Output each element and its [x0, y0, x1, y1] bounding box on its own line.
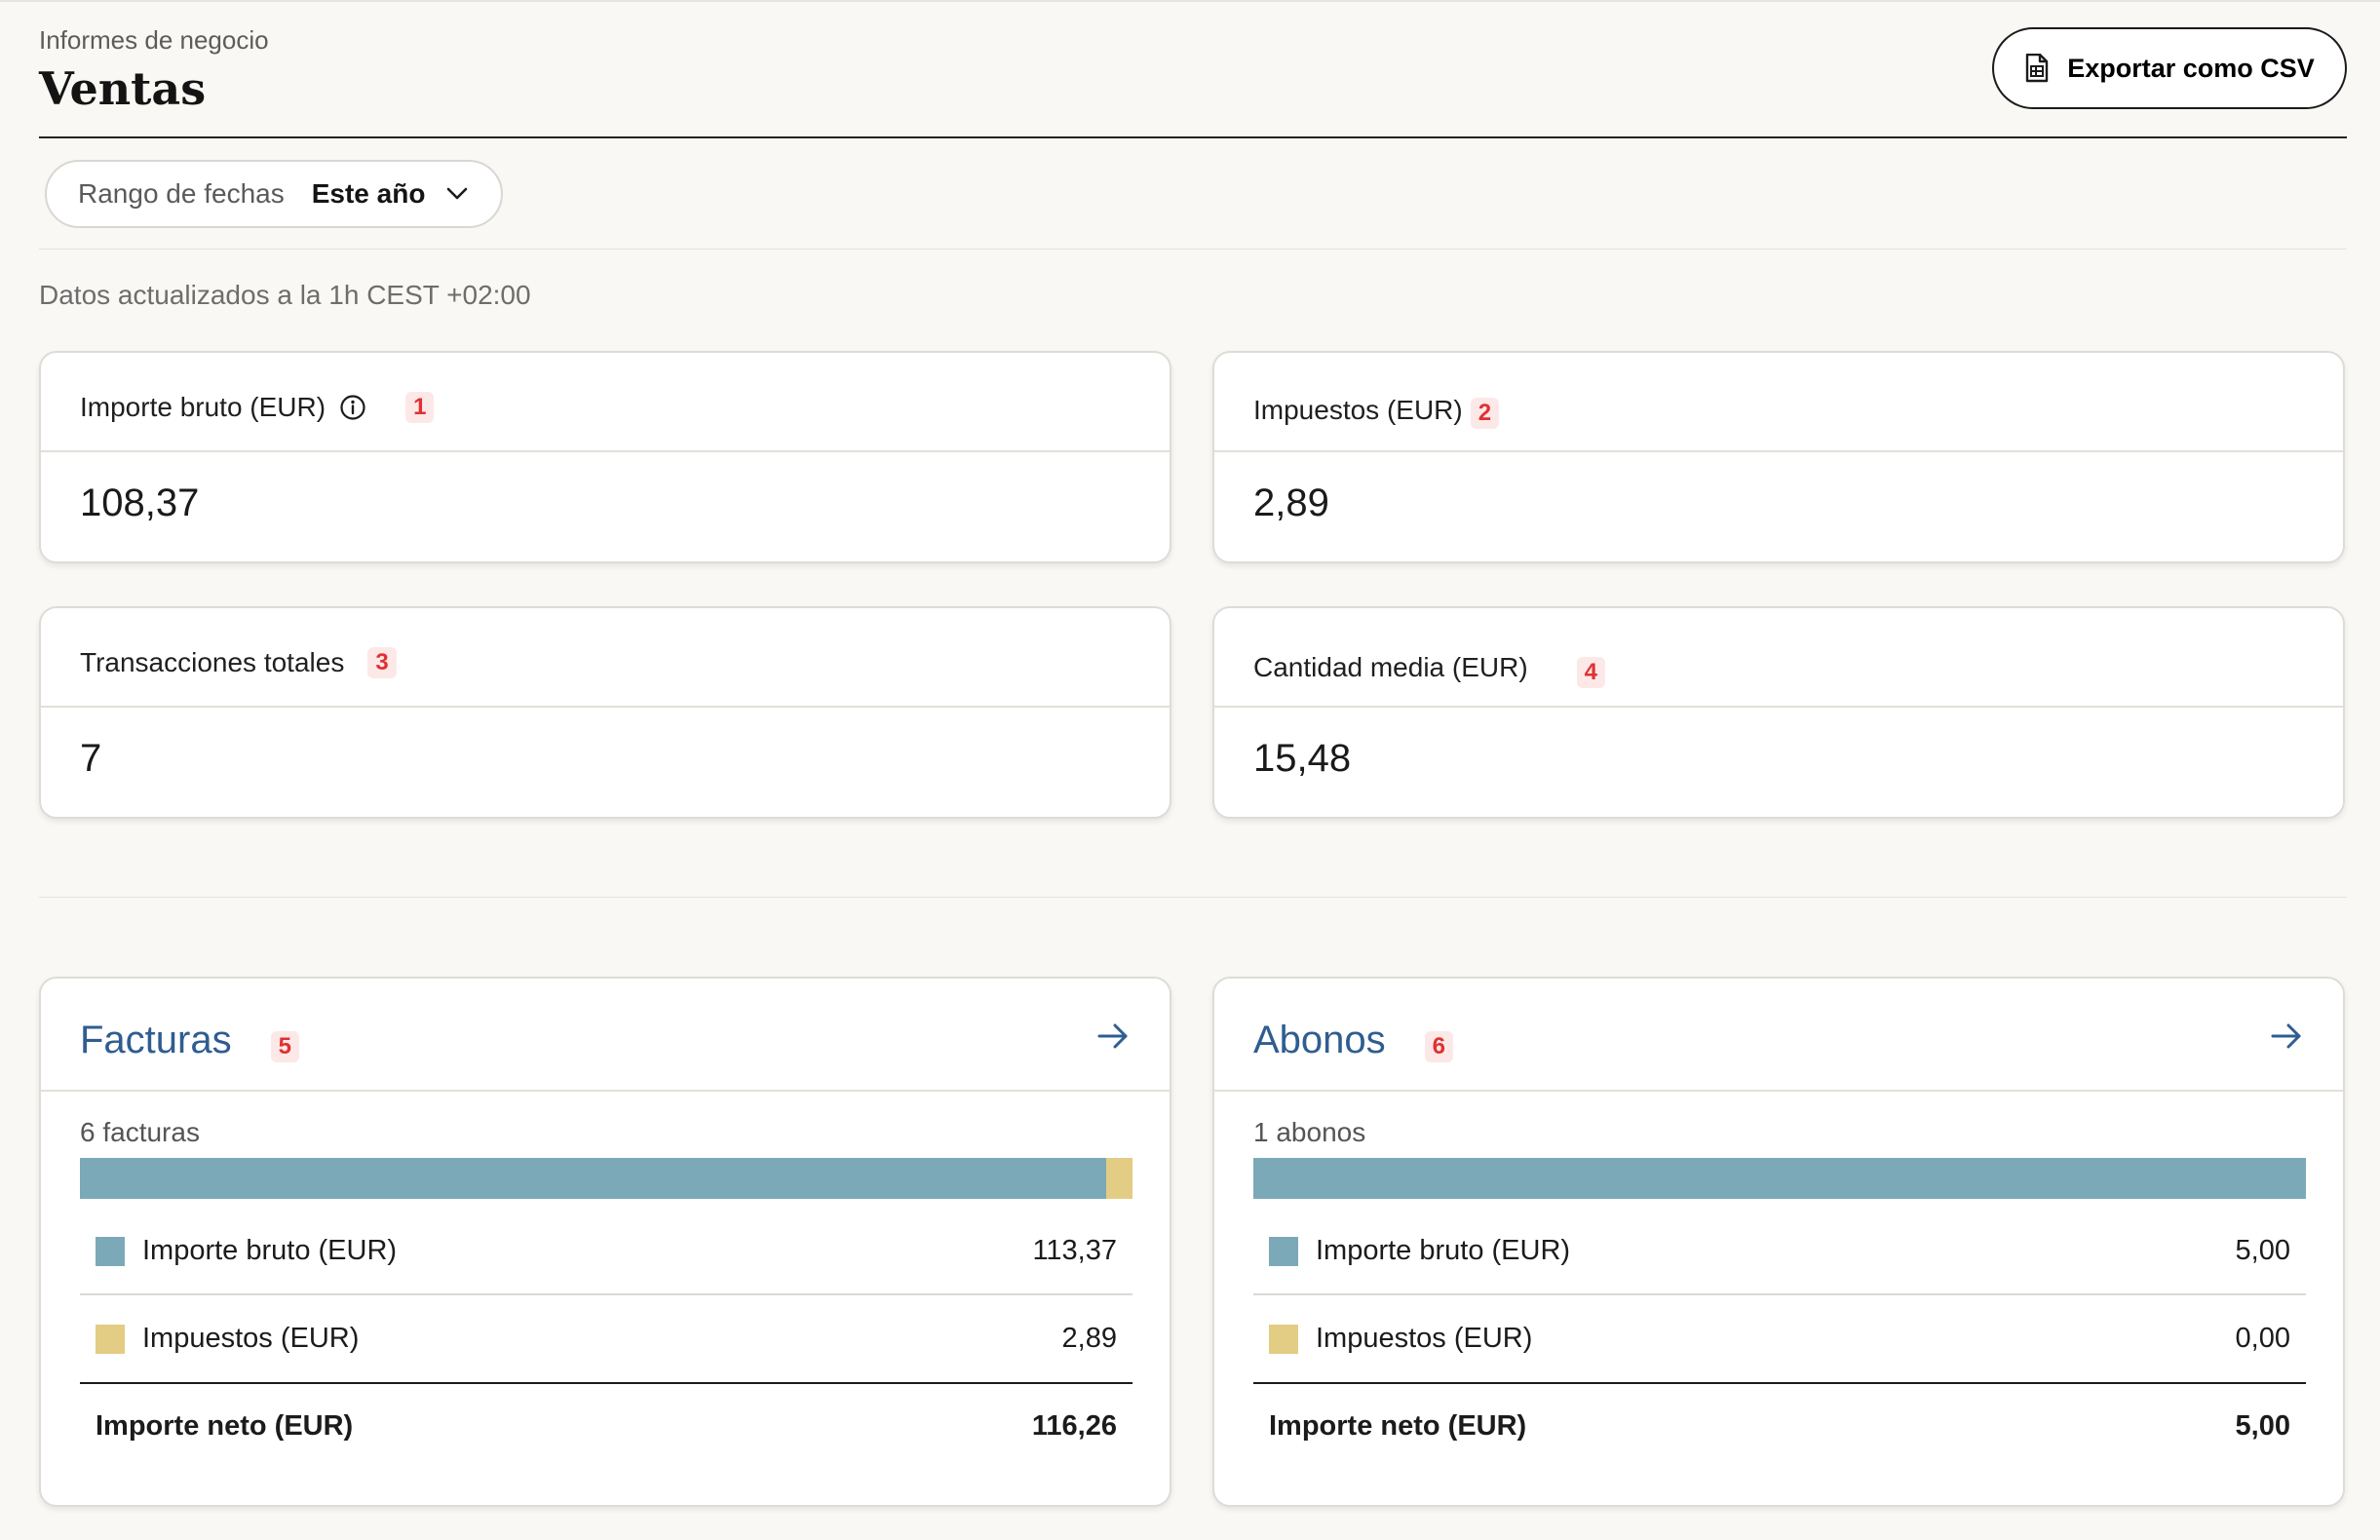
gross-row: Importe bruto (EUR) 5,00: [1253, 1209, 2306, 1295]
metric-label: Cantidad media (EUR): [1253, 652, 1528, 682]
annotation-badge: 6: [1424, 1031, 1454, 1062]
row-value: 5,00: [2235, 1235, 2290, 1266]
metric-card-average: Cantidad media (EUR) 4 15,48: [1212, 606, 2345, 819]
tax-swatch: [1269, 1324, 1298, 1354]
arrow-right-icon[interactable]: [2269, 1021, 2304, 1051]
chevron-down-icon: [447, 187, 468, 200]
row-label: Importe bruto (EUR): [142, 1235, 398, 1266]
row-value: 2,89: [1061, 1323, 1117, 1354]
stacked-bar: [1253, 1158, 2306, 1199]
metric-value: 15,48: [1253, 737, 1352, 780]
gross-segment: [80, 1158, 1106, 1199]
page-title: Ventas: [39, 62, 207, 115]
panel-title[interactable]: Abonos: [1253, 1019, 1386, 1062]
tax-segment: [1106, 1158, 1132, 1199]
annotation-badge: 4: [1576, 657, 1606, 688]
row-value: 113,37: [1032, 1235, 1117, 1266]
net-row: Importe neto (EUR) 116,26: [80, 1382, 1132, 1469]
breadcrumb: Informes de negocio: [39, 25, 269, 55]
metric-label: Importe bruto (EUR): [80, 392, 326, 422]
row-value: 5,00: [2235, 1410, 2290, 1442]
metric-value: 108,37: [80, 481, 200, 524]
row-label: Impuestos (EUR): [1316, 1323, 1533, 1354]
last-updated-text: Datos actualizados a la 1h CEST +02:00: [39, 280, 531, 310]
gross-segment: [1253, 1158, 2306, 1199]
tax-swatch: [96, 1324, 125, 1354]
row-value: 116,26: [1031, 1410, 1117, 1442]
panel-title[interactable]: Facturas: [80, 1019, 232, 1062]
annotation-badge: 3: [367, 647, 397, 678]
gross-swatch: [96, 1236, 125, 1266]
export-csv-label: Exportar como CSV: [2067, 53, 2315, 83]
metric-card-gross: Importe bruto (EUR) 1 108,37: [39, 351, 1171, 563]
credit-note-count: 1 abonos: [1253, 1117, 1366, 1147]
arrow-right-icon[interactable]: [1095, 1021, 1131, 1051]
date-range-label: Rango de fechas: [78, 178, 285, 209]
annotation-badge: 2: [1470, 398, 1500, 429]
date-range-value: Este año: [311, 178, 426, 209]
tax-row: Impuestos (EUR) 2,89: [80, 1295, 1132, 1382]
page-header: Informes de negocio Ventas Exportar como…: [39, 2, 2347, 138]
section-divider: [39, 897, 2347, 898]
row-label: Importe neto (EUR): [96, 1410, 354, 1442]
invoice-count: 6 facturas: [80, 1117, 200, 1147]
spreadsheet-file-icon: [2026, 54, 2049, 83]
gross-row: Importe bruto (EUR) 113,37: [80, 1209, 1132, 1295]
invoices-panel: Facturas 5 6 facturas Importe bruto (EUR…: [39, 977, 1171, 1507]
info-icon[interactable]: [339, 394, 366, 421]
gross-swatch: [1269, 1236, 1298, 1266]
metric-label: Transacciones totales: [80, 647, 345, 677]
metric-card-taxes: Impuestos (EUR) 2 2,89: [1212, 351, 2345, 563]
export-csv-button[interactable]: Exportar como CSV: [1992, 27, 2347, 109]
credit-notes-panel: Abonos 6 1 abonos Importe bruto (EUR) 5,…: [1212, 977, 2345, 1507]
date-range-select[interactable]: Rango de fechas Este año: [45, 160, 503, 228]
row-label: Importe neto (EUR): [1269, 1410, 1527, 1442]
tax-row: Impuestos (EUR) 0,00: [1253, 1295, 2306, 1382]
row-label: Importe bruto (EUR): [1316, 1235, 1571, 1266]
annotation-badge: 5: [270, 1031, 299, 1062]
stacked-bar: [80, 1158, 1132, 1199]
net-row: Importe neto (EUR) 5,00: [1253, 1382, 2306, 1469]
metric-value: 7: [80, 737, 102, 780]
annotation-badge: 1: [405, 392, 435, 423]
metric-value: 2,89: [1253, 481, 1329, 524]
metric-label: Impuestos (EUR): [1253, 395, 1463, 425]
row-value: 0,00: [2235, 1323, 2290, 1354]
metric-card-transactions: Transacciones totales 3 7: [39, 606, 1171, 819]
row-label: Impuestos (EUR): [142, 1323, 360, 1354]
filter-bar: Rango de fechas Este año: [39, 160, 2347, 250]
